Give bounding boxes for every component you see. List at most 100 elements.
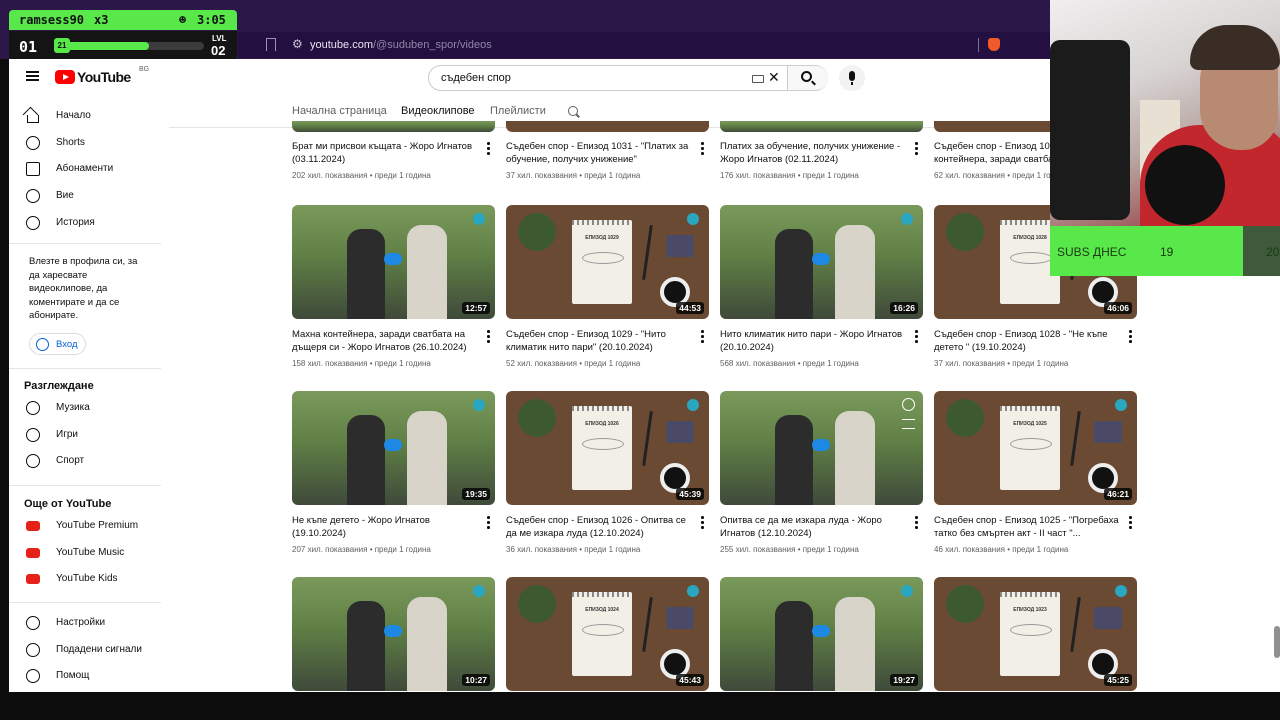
channel-watermark-icon [1115,399,1127,411]
video-metadata: 52 хил. показвания • преди 1 година [506,359,641,368]
channel-watermark-icon [687,213,699,225]
webcam-microphone [1145,145,1225,225]
thumb-plant [946,213,984,251]
site-settings-icon[interactable]: ⚙ [292,37,303,51]
more-actions-icon[interactable] [698,330,706,344]
window-edge [0,59,9,692]
thumb-person [407,225,447,319]
stream-level-overlay: 01 21 LVL 02 [9,31,237,61]
level-current: 01 [19,38,38,56]
video-title[interactable]: Брат ми присвои къщата - Жоро Игнатов (0… [292,140,477,166]
video-thumbnail[interactable]: ЕПИЗОД 1024 45:43 [506,577,709,691]
channel-watermark-icon [687,399,699,411]
video-title[interactable]: Нито климатик нито пари - Жоро Игнатов (… [720,328,905,354]
video-title[interactable]: Опитва се да ме изкара луда - Жоро Игнат… [720,514,905,540]
thumb-episode-label: ЕПИЗОД 1029 [585,235,619,241]
webcam-chair [1050,40,1130,220]
video-title[interactable]: Съдебен спор - Епизод 1031 - "Платих за … [506,140,691,166]
video-title[interactable]: Съдебен спор - Епизод 1025 - "Погребаха … [934,514,1119,540]
video-thumbnail[interactable]: ЕПИЗОД 1029 44:53 [506,205,709,319]
thumb-pen [642,597,653,652]
video-title[interactable]: Съдебен спор - Епизод 1029 - "Нито клима… [506,328,691,354]
video-thumbnail[interactable]: 12:57 [292,205,495,319]
more-actions-icon[interactable] [912,330,920,344]
thumb-microphone [812,253,830,265]
video-thumbnail[interactable] [720,121,923,132]
video-thumbnail[interactable] [292,121,495,132]
page-scrollbar[interactable] [1274,626,1280,658]
video-metadata: 37 хил. показвания • преди 1 година [506,171,641,180]
address-bar[interactable]: ⚙ youtube.com/@suduben_spor/videos [238,32,1050,58]
thumb-episode-label: ЕПИЗОД 1026 [585,421,619,427]
brave-shield-icon[interactable] [988,38,1000,51]
thumb-microphone [812,625,830,637]
video-thumbnail[interactable]: 19:35 [292,391,495,505]
video-thumbnail[interactable] [506,121,709,132]
bookmark-icon[interactable] [266,38,276,51]
video-thumbnail[interactable]: ЕПИЗОД 1023 45:25 [934,577,1137,691]
video-thumbnail[interactable]: 16:26 [720,205,923,319]
video-title[interactable]: Съдебен спор - Епизод 1026 - Опитва се д… [506,514,691,540]
more-actions-icon[interactable] [912,142,920,156]
thumb-person [407,411,447,505]
more-actions-icon[interactable] [484,330,492,344]
thumb-plant [518,399,556,437]
video-duration: 12:57 [462,302,490,314]
video-thumbnail[interactable]: ЕПИЗОД 1026 45:39 [506,391,709,505]
video-title[interactable]: Не къпе детето - Жоро Игнатов (19.10.202… [292,514,477,540]
channel-watermark-icon [687,585,699,597]
more-actions-icon[interactable] [698,142,706,156]
thumb-plant [518,213,556,251]
video-duration: 45:39 [676,488,704,500]
video-title[interactable]: Махна контейнера, заради сватбата на дъщ… [292,328,477,354]
video-thumbnail[interactable]: 10:27 [292,577,495,691]
thumb-plant [946,399,984,437]
video-duration: 46:21 [1104,488,1132,500]
overlay-skull-icon: ☻ [179,13,187,27]
video-metadata: 176 хил. показвания • преди 1 година [720,171,859,180]
more-actions-icon[interactable] [1126,330,1134,344]
more-actions-icon[interactable] [484,142,492,156]
video-duration: 19:35 [462,488,490,500]
channel-watermark-icon [901,585,913,597]
thumb-person [407,597,447,691]
thumb-calculator [666,607,694,629]
thumb-notebook [1000,592,1060,676]
thumb-pen [642,225,653,280]
toolbar-separator [978,38,979,52]
more-actions-icon[interactable] [912,516,920,530]
more-actions-icon[interactable] [698,516,706,530]
video-thumbnail[interactable] [720,391,923,505]
video-metadata: 207 хил. показвания • преди 1 година [292,545,431,554]
video-metadata: 158 хил. показвания • преди 1 година [292,359,431,368]
thumb-pen [1070,411,1081,466]
video-duration: 46:06 [1104,302,1132,314]
video-title[interactable]: Платих за обучение, получих унижение - Ж… [720,140,905,166]
thumb-person [347,601,385,691]
video-metadata: 255 хил. показвания • преди 1 година [720,545,859,554]
thumb-episode-label: ЕПИЗОД 1024 [585,607,619,613]
thumb-microphone [384,253,402,265]
thumb-pen [642,411,653,466]
thumb-person [347,229,385,319]
thumb-person [775,601,813,691]
add-to-queue-icon[interactable] [902,419,915,429]
url-text[interactable]: youtube.com/@suduben_spor/videos [310,39,492,51]
video-metadata: 37 хил. показвания • преди 1 година [934,359,1069,368]
more-actions-icon[interactable] [1126,516,1134,530]
watch-later-icon[interactable] [902,398,915,411]
video-title[interactable]: Съдебен спор - Епизод 1028 - "Не къпе де… [934,328,1119,354]
video-thumbnail[interactable]: ЕПИЗОД 1025 46:21 [934,391,1137,505]
video-metadata: 202 хил. показвания • преди 1 година [292,171,431,180]
url-path: /@suduben_spor/videos [372,39,492,51]
overlay-timer: 3:05 [197,13,226,27]
thumb-calculator [1094,421,1122,443]
video-duration: 44:53 [676,302,704,314]
level-label: LVL [212,34,227,43]
video-thumbnail[interactable]: 19:27 [720,577,923,691]
video-duration: 45:43 [676,674,704,686]
url-host: youtube.com [310,39,373,51]
level-next: 02 [211,43,226,58]
thumb-microphone [812,439,830,451]
more-actions-icon[interactable] [484,516,492,530]
